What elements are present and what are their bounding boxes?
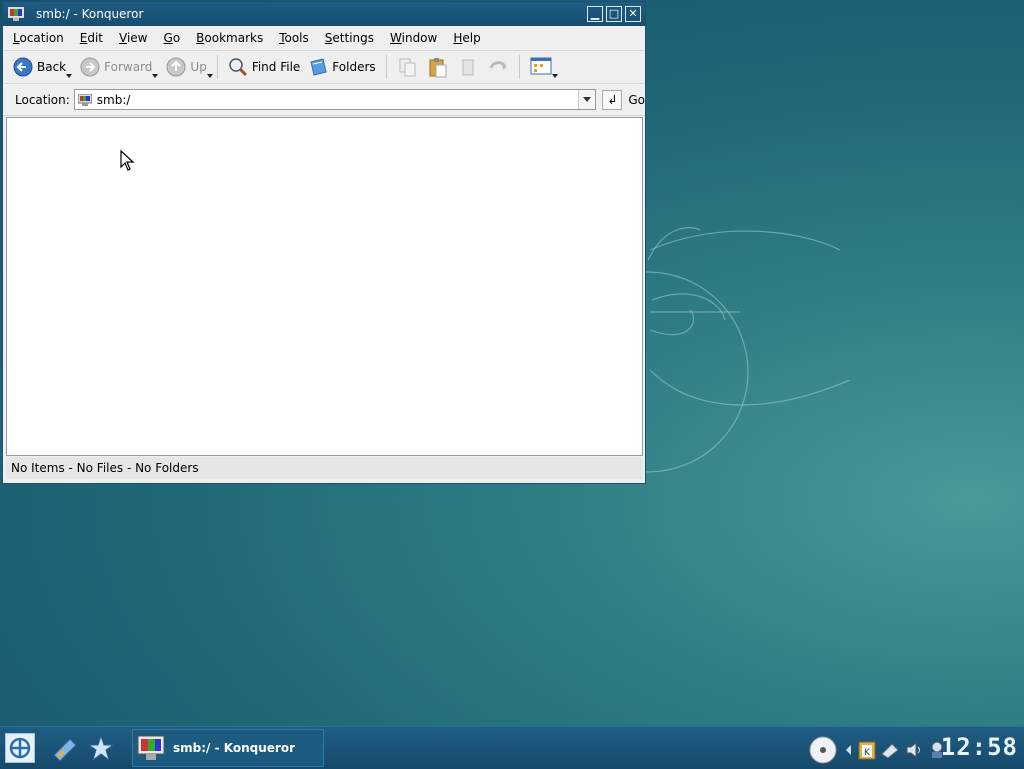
menu-view-mnemonic: V: [119, 31, 127, 45]
menu-settings[interactable]: Settings: [317, 31, 382, 45]
taskbar-konqueror-task[interactable]: smb:/ - Konqueror: [132, 729, 324, 767]
back-button[interactable]: Back: [9, 53, 73, 81]
menu-go[interactable]: Go: [156, 31, 189, 45]
k-menu-icon: [9, 737, 31, 759]
up-arrow-icon: [166, 57, 186, 77]
menu-window-label: indow: [401, 31, 438, 45]
forward-dropdown-arrow-icon[interactable]: [152, 74, 159, 78]
close-button[interactable]: ✕: [625, 6, 641, 22]
menu-location[interactable]: Location: [5, 31, 72, 45]
view-mode-dropdown-arrow-icon[interactable]: [551, 74, 558, 78]
taskbar-clock[interactable]: 12:58: [941, 733, 1018, 761]
window-controls: ▁ □ ✕: [587, 6, 641, 22]
menu-bookmarks-label: ookmarks: [204, 31, 264, 45]
up-dropdown-arrow-icon[interactable]: [206, 74, 213, 78]
folders-label: Folders: [332, 60, 376, 74]
maximize-button[interactable]: □: [606, 6, 622, 22]
menu-bar: Location Edit View Go Bookmarks Tools Se…: [3, 26, 645, 50]
menu-help[interactable]: Help: [445, 31, 488, 45]
k-menu-button[interactable]: [5, 733, 35, 763]
taskbar: smb:/ - Konqueror K 12:58: [0, 726, 1024, 769]
view-mode-button[interactable]: [526, 53, 558, 81]
clipboard-klipper-icon[interactable]: K: [858, 740, 876, 760]
trash-icon: [462, 59, 474, 76]
home-shortcut-icon[interactable]: [50, 733, 80, 763]
trash-button[interactable]: [453, 53, 483, 81]
view-mode-icon: [530, 57, 552, 75]
paste-icon: [429, 58, 447, 78]
menu-bookmarks[interactable]: Bookmarks: [188, 31, 271, 45]
network-status-icon[interactable]: [880, 740, 900, 760]
folders-icon: [310, 58, 327, 76]
toolbar-separator: [216, 55, 218, 79]
back-label: Back: [37, 60, 67, 74]
konqueror-app-icon[interactable]: [8, 7, 24, 21]
status-bar: No Items - No Files - No Folders: [6, 457, 643, 479]
web-browser-shortcut-icon[interactable]: [86, 733, 116, 763]
forward-arrow-icon: [80, 57, 100, 77]
cd-drive-icon[interactable]: [808, 735, 838, 765]
menu-go-mnemonic: G: [163, 31, 173, 45]
go-enter-icon[interactable]: ↲: [602, 89, 623, 110]
system-tray: K: [808, 735, 946, 765]
konqueror-window: smb:/ - Konqueror ▁ □ ✕ Location Edit Vi…: [2, 1, 646, 484]
copy-icon: [399, 58, 416, 77]
menu-window-mnemonic: W: [390, 31, 402, 45]
title-bar[interactable]: smb:/ - Konqueror ▁ □ ✕: [3, 2, 645, 26]
minimize-button[interactable]: ▁: [587, 6, 603, 22]
reload-button[interactable]: [483, 53, 513, 81]
mouse-cursor-icon: [120, 150, 135, 171]
konqueror-task-icon: [137, 735, 165, 760]
tray-collapse-arrow-icon[interactable]: [844, 744, 852, 756]
menu-tools[interactable]: Tools: [271, 31, 317, 45]
location-combobox[interactable]: [73, 89, 597, 110]
location-dropdown-arrow-icon[interactable]: [578, 90, 596, 109]
toolbar-separator-3: [518, 55, 520, 79]
window-title: smb:/ - Konqueror: [36, 7, 144, 21]
menu-view[interactable]: View: [111, 31, 155, 45]
menu-go-label: o: [172, 31, 181, 45]
menu-tools-label: ools: [284, 31, 309, 45]
menu-edit-label: dit: [87, 31, 104, 45]
network-computer-icon: [77, 93, 92, 106]
location-label: Location:: [15, 92, 70, 107]
forward-label: Forward: [104, 60, 153, 74]
back-arrow-icon: [13, 57, 33, 77]
menu-edit[interactable]: Edit: [72, 31, 111, 45]
find-file-label: Find File: [251, 60, 301, 74]
menu-settings-label: ettings: [332, 31, 375, 45]
paste-button[interactable]: [423, 53, 453, 81]
location-input[interactable]: [96, 92, 577, 107]
taskbar-task-label: smb:/ - Konqueror: [173, 741, 295, 755]
menu-location-label: ocation: [19, 31, 64, 45]
file-view-area[interactable]: [6, 117, 643, 456]
magnifier-icon: [229, 58, 247, 77]
forward-button[interactable]: Forward: [76, 53, 159, 81]
folders-button[interactable]: Folders: [304, 53, 379, 81]
menu-view-label: iew: [126, 31, 148, 45]
up-label: Up: [190, 60, 207, 74]
menu-window[interactable]: Window: [382, 31, 445, 45]
toolbar-separator-2: [385, 55, 387, 79]
find-file-button[interactable]: Find File: [224, 53, 304, 81]
menu-help-label: elp: [462, 31, 481, 45]
main-toolbar: Back Forward Up Find File Folders: [3, 50, 645, 84]
copy-button[interactable]: [393, 53, 423, 81]
location-bar: Location: ↲ Go: [3, 84, 645, 116]
back-dropdown-arrow-icon[interactable]: [66, 74, 73, 78]
reload-icon: [489, 61, 507, 70]
up-button[interactable]: Up: [162, 53, 213, 81]
volume-speaker-icon[interactable]: [904, 740, 924, 760]
go-button[interactable]: Go: [628, 93, 645, 107]
